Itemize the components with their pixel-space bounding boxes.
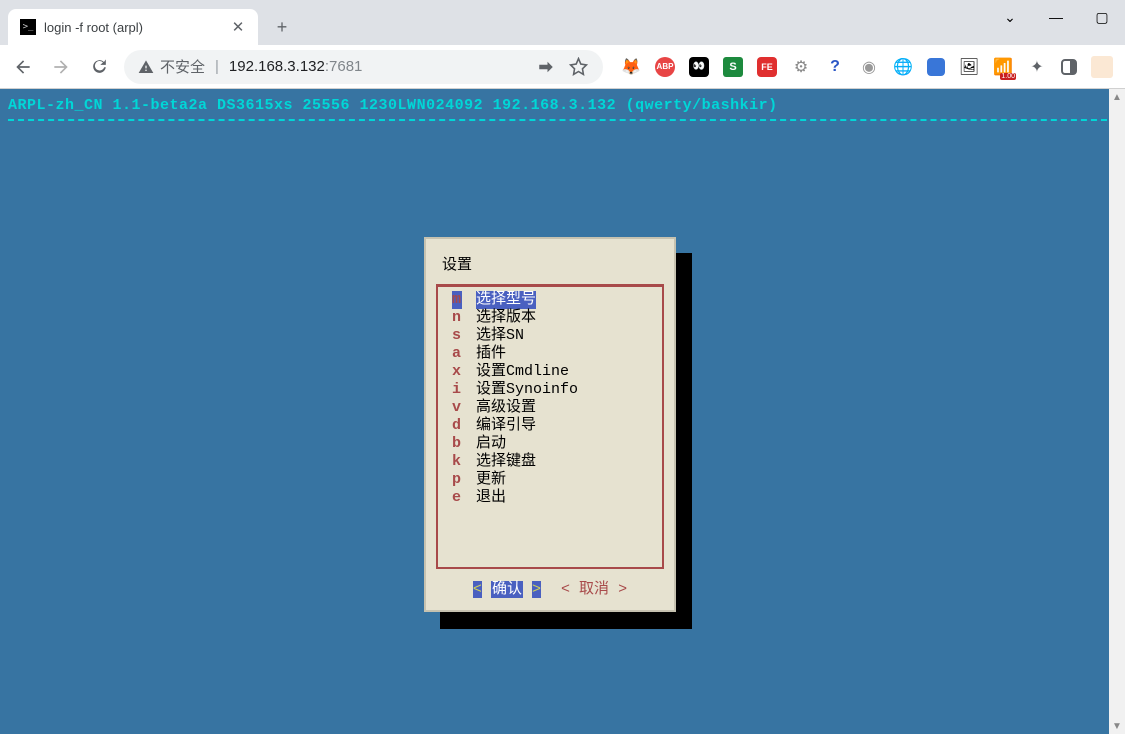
ext-green-icon[interactable]: S [723,57,743,77]
ext-photo-icon[interactable]: 🖼 [959,57,979,77]
menu-item-cmdline[interactable]: x 设置Cmdline [444,363,656,381]
settings-dialog: 设置 m 选择型号 n 选择版本 s 选择SN a 插件 [424,237,676,612]
insecure-badge: 不安全 [138,56,205,77]
menu-label: 插件 [476,345,506,363]
forward-button[interactable] [44,50,78,84]
menu-item-keyboard[interactable]: k 选择键盘 [444,453,656,471]
url-bar[interactable]: 不安全 | 192.168.3.132:7681 [124,50,603,84]
ext-badge-icon[interactable]: 📶1.00 [993,57,1013,77]
terminal-area: ARPL-zh_CN 1.1-beta2a DS3615xs 25556 123… [0,89,1125,734]
insecure-label: 不安全 [160,56,205,77]
menu-label: 选择型号 [476,291,536,309]
menu-label: 高级设置 [476,399,536,417]
menu-item-synoinfo[interactable]: i 设置Synoinfo [444,381,656,399]
menu-key: p [452,471,462,489]
dialog-title: 设置 [436,249,664,284]
tab-title: login -f root (arpl) [44,20,222,35]
menu-label: 启动 [476,435,506,453]
menu-label: 编译引导 [476,417,536,435]
dialog-buttons: < 确认 > < 取消 > [436,569,664,600]
ext-fe-icon[interactable]: FE [757,57,777,77]
menu-key: d [452,417,462,435]
ext-idm-icon[interactable]: 🌐 [893,57,913,77]
url-port: :7681 [325,58,363,75]
minimize-button[interactable]: — [1033,0,1079,34]
menu-item-version[interactable]: n 选择版本 [444,309,656,327]
menu-item-sn[interactable]: s 选择SN [444,327,656,345]
url-host: 192.168.3.132 [229,58,325,75]
menu-item-compile[interactable]: d 编译引导 [444,417,656,435]
extensions: 🦊 ABP 👀 S FE ⚙ ? ◉ 🌐 🖼 📶1.00 ✦ [611,56,1119,78]
share-icon[interactable] [535,50,557,84]
ext-eyes-icon[interactable]: 👀 [689,57,709,77]
menu-frame: m 选择型号 n 选择版本 s 选择SN a 插件 x 设置Cmdline [436,284,664,569]
url-separator: | [215,58,219,75]
menu-item-model[interactable]: m 选择型号 [444,291,656,309]
menu-label: 退出 [476,489,506,507]
ext-puzzle-icon[interactable]: ✦ [1027,57,1047,77]
vertical-scrollbar[interactable]: ▲ ▼ [1109,89,1125,734]
scroll-up-icon[interactable]: ▲ [1109,89,1125,105]
menu-label: 设置Synoinfo [476,381,578,399]
ext-fox-icon[interactable]: 🦊 [621,57,641,77]
menu-item-plugin[interactable]: a 插件 [444,345,656,363]
window-controls: ⌄ — ▢ [987,0,1125,34]
menu-item-update[interactable]: p 更新 [444,471,656,489]
menu-key: x [452,363,462,381]
caret-down-icon[interactable]: ⌄ [987,0,1033,34]
menu-label: 选择键盘 [476,453,536,471]
terminal-icon: >_ [20,19,36,35]
menu-key: s [452,327,462,345]
reload-button[interactable] [82,50,116,84]
warning-icon [138,59,154,75]
scroll-down-icon[interactable]: ▼ [1109,718,1125,734]
menu-item-exit[interactable]: e 退出 [444,489,656,507]
menu-key: m [452,291,462,309]
new-tab-button[interactable]: + [268,13,296,41]
back-button[interactable] [6,50,40,84]
menu-item-boot[interactable]: b 启动 [444,435,656,453]
menu-label: 设置Cmdline [476,363,569,381]
ext-red-icon[interactable] [927,58,945,76]
cancel-button[interactable]: < 取消 > [561,577,627,598]
ext-question-icon[interactable]: ? [825,57,845,77]
browser-tab[interactable]: >_ login -f root (arpl) ✕ [8,9,258,45]
menu-key: v [452,399,462,417]
ok-button[interactable]: < 确认 > [473,577,541,598]
ext-sidebar-icon[interactable] [1061,59,1077,75]
menu-key: b [452,435,462,453]
menu-key: k [452,453,462,471]
terminal-divider [8,119,1117,121]
menu-key: n [452,309,462,327]
nav-bar: 不安全 | 192.168.3.132:7681 🦊 ABP 👀 S FE ⚙ … [0,45,1125,89]
menu-item-advanced[interactable]: v 高级设置 [444,399,656,417]
tab-bar: >_ login -f root (arpl) ✕ + ⌄ — ▢ [0,0,1125,45]
maximize-button[interactable]: ▢ [1079,0,1125,34]
ext-fingerprint-icon[interactable]: ◉ [859,57,879,77]
menu-key: e [452,489,462,507]
ext-abp-icon[interactable]: ABP [655,57,675,77]
menu-label: 选择SN [476,327,524,345]
ext-profile-icon[interactable] [1091,56,1113,78]
star-icon[interactable] [567,50,589,84]
menu-key: i [452,381,462,399]
terminal-header: ARPL-zh_CN 1.1-beta2a DS3615xs 25556 123… [8,97,1117,114]
menu-label: 更新 [476,471,506,489]
close-tab-button[interactable]: ✕ [230,19,246,35]
menu-key: a [452,345,462,363]
ext-gear-icon[interactable]: ⚙ [791,57,811,77]
menu-label: 选择版本 [476,309,536,327]
